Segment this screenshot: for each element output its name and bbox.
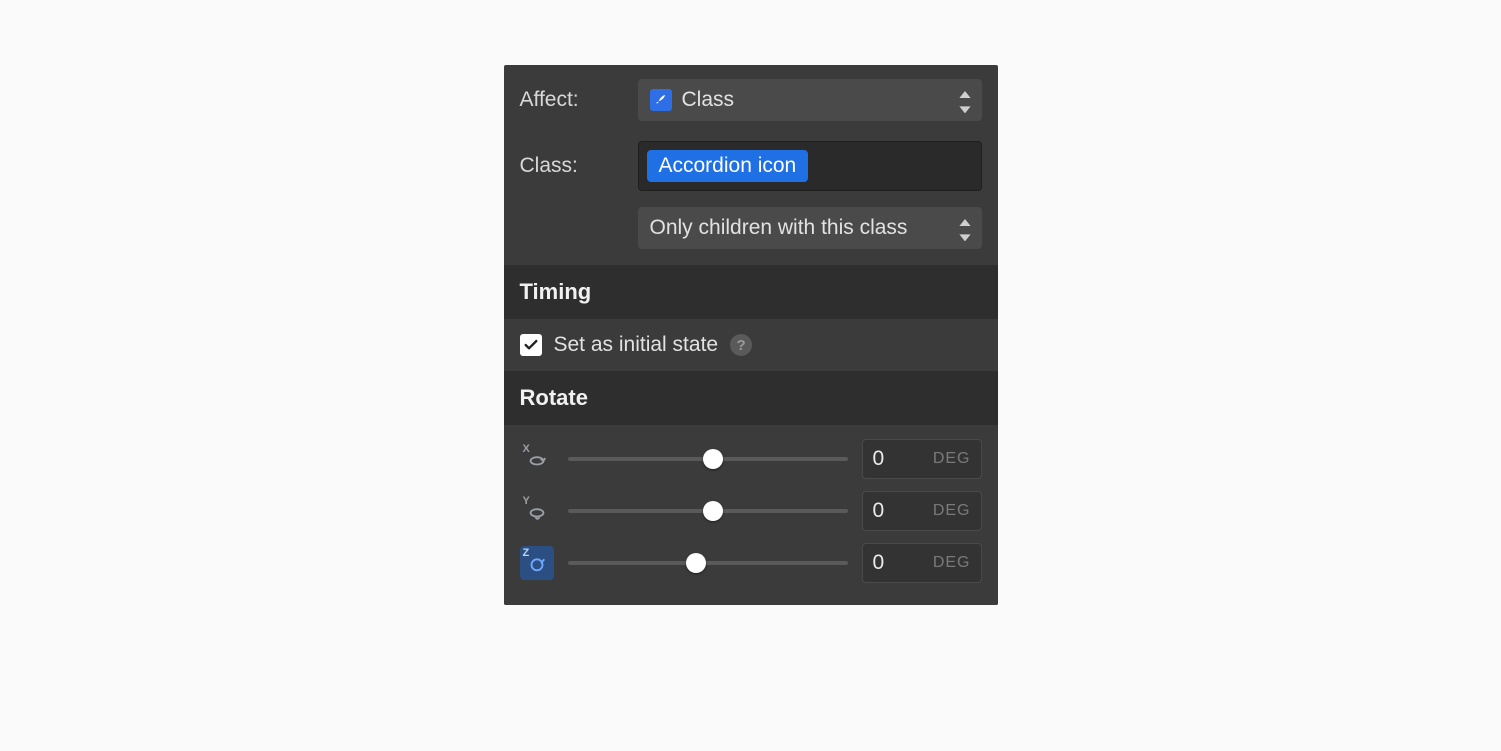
axis-y-letter: Y xyxy=(523,495,530,507)
help-icon[interactable]: ? xyxy=(730,334,752,356)
axis-z-letter: Z xyxy=(523,547,530,559)
rotate-z-input[interactable]: 0 DEG xyxy=(862,543,982,583)
deg-unit: DEG xyxy=(933,450,971,468)
initial-state-row: Set as initial state ? xyxy=(504,319,998,371)
deg-unit: DEG xyxy=(933,502,971,520)
timing-header: Timing xyxy=(504,265,998,319)
scope-value: Only children with this class xyxy=(650,216,970,240)
affect-select[interactable]: Class xyxy=(638,79,982,121)
slider-thumb[interactable] xyxy=(703,501,723,521)
rotate-x-axis-button[interactable]: X xyxy=(520,442,554,476)
initial-state-checkbox[interactable] xyxy=(520,334,542,356)
affect-value: Class xyxy=(682,88,970,112)
rotate-y-input[interactable]: 0 DEG xyxy=(862,491,982,531)
slider-thumb[interactable] xyxy=(703,449,723,469)
brush-icon xyxy=(650,89,672,111)
rotate-y-row: Y 0 DEG xyxy=(520,485,982,537)
scope-row: Only children with this class xyxy=(504,201,998,265)
slider-thumb[interactable] xyxy=(686,553,706,573)
class-label: Class: xyxy=(520,154,638,178)
rotate-y-slider[interactable] xyxy=(568,501,848,521)
initial-state-label: Set as initial state xyxy=(554,333,719,357)
rotate-z-slider[interactable] xyxy=(568,553,848,573)
rotate-z-row: Z 0 DEG xyxy=(520,537,982,589)
scope-select[interactable]: Only children with this class xyxy=(638,207,982,249)
class-input[interactable]: Accordion icon xyxy=(638,141,982,191)
rotate-header: Rotate xyxy=(504,371,998,425)
rotate-y-value: 0 xyxy=(873,499,927,523)
interaction-settings-panel: Affect: Class Class: Accordion icon xyxy=(504,65,998,605)
class-row: Class: Accordion icon xyxy=(504,131,998,201)
updown-caret-icon xyxy=(958,219,972,237)
rotate-x-input[interactable]: 0 DEG xyxy=(862,439,982,479)
rotate-body: X 0 DEG Y xyxy=(504,425,998,605)
affect-label: Affect: xyxy=(520,88,638,112)
updown-caret-icon xyxy=(958,91,972,109)
class-token[interactable]: Accordion icon xyxy=(647,150,809,182)
check-icon xyxy=(523,337,539,353)
rotate-x-row: X 0 DEG xyxy=(520,433,982,485)
affect-row: Affect: Class xyxy=(504,65,998,131)
rotate-z-axis-button[interactable]: Z xyxy=(520,546,554,580)
axis-x-letter: X xyxy=(523,443,530,455)
rotate-x-slider[interactable] xyxy=(568,449,848,469)
rotate-x-value: 0 xyxy=(873,447,927,471)
rotate-z-value: 0 xyxy=(873,551,927,575)
deg-unit: DEG xyxy=(933,554,971,572)
rotate-y-axis-button[interactable]: Y xyxy=(520,494,554,528)
